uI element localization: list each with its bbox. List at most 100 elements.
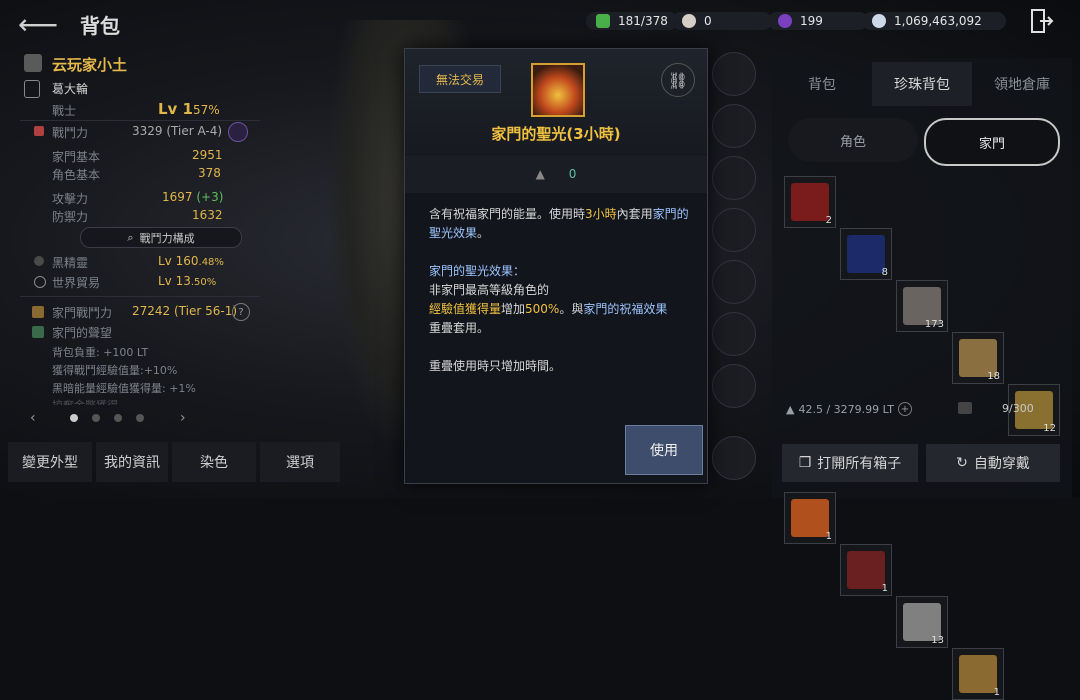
level-text: Lv 1 [158, 100, 193, 118]
equip-slot[interactable] [712, 260, 756, 304]
weight-icon: ▲ [786, 402, 795, 416]
item-count: 13 [931, 635, 944, 646]
item-count: 18 [987, 371, 1000, 382]
options-tab[interactable]: 選項 [260, 442, 340, 482]
defense-label: 防禦力 [52, 210, 89, 224]
desc-line: 含有祝福家門的能量。使用時3小時內套用家門的聖光效果。 [429, 205, 689, 243]
currency-value: 181/378 [618, 14, 668, 28]
untradeable-badge: 無法交易 [419, 65, 501, 93]
dark-spirit-level: Lv 160.48% [158, 254, 224, 268]
back-arrow-icon[interactable]: ⟵ [18, 8, 58, 41]
desc-text: 。 [477, 226, 490, 240]
item-weight: 0 [568, 167, 577, 181]
holy-light-potion-icon [531, 63, 585, 117]
equip-slot[interactable] [712, 364, 756, 408]
class-label: 戰士 [52, 104, 77, 118]
capacity-value: 9/300 [1002, 402, 1034, 415]
inventory-slot[interactable]: 173 [896, 280, 948, 332]
attack-label: 攻擊力 [52, 192, 89, 206]
tab-family[interactable]: 家門 [924, 118, 1060, 166]
page-title: 背包 [80, 14, 120, 38]
page-dot[interactable] [114, 414, 122, 422]
fame-item: 掠奪金幣獲得… [52, 397, 129, 405]
inventory-slot[interactable]: 8 [840, 228, 892, 280]
globe-icon [34, 276, 46, 288]
page-dot[interactable] [92, 414, 100, 422]
equip-slot[interactable] [712, 208, 756, 252]
add-weight-icon[interactable]: + [897, 402, 912, 416]
help-icon[interactable]: ? [232, 303, 250, 321]
silver-coin-icon [872, 14, 886, 28]
composition-label: 戰鬥力構成 [139, 231, 195, 245]
tab-character[interactable]: 角色 [788, 118, 918, 162]
desc-text: 。與 [559, 302, 584, 316]
equip-slot[interactable] [712, 436, 756, 480]
attack-bonus: (+3) [196, 190, 224, 204]
open-all-boxes-button[interactable]: ❒ 打開所有箱子 [782, 444, 918, 482]
page-dot[interactable] [136, 414, 144, 422]
inventory-slot[interactable]: 18 [952, 332, 1004, 384]
item-count: 8 [881, 267, 888, 278]
inventory-slot[interactable]: 1 [784, 492, 836, 544]
family-power-label: 家門戰鬥力 [52, 306, 113, 320]
inventory-slot[interactable]: 1 [952, 648, 1004, 700]
char-base-value: 378 [198, 166, 221, 180]
inventory-slot[interactable]: 2 [784, 176, 836, 228]
item-art [791, 499, 829, 537]
exit-icon[interactable] [1030, 8, 1054, 34]
item-count: 1 [825, 531, 832, 542]
divider [20, 296, 260, 297]
tab-territory-storage[interactable]: 領地倉庫 [974, 62, 1070, 106]
item-tooltip: 無法交易 ⛓ 家門的聖光(3小時) ▲ 0 含有祝福家門的能量。使用時3小時內套… [404, 48, 708, 484]
trade-label: 世界貿易 [52, 276, 101, 290]
currency-value: 0 [704, 14, 712, 28]
change-appearance-tab[interactable]: 變更外型 [8, 442, 92, 482]
item-art [959, 655, 997, 693]
item-count: 173 [924, 319, 944, 330]
weight-icon: ▲ [535, 167, 545, 181]
link-icon[interactable]: ⛓ [661, 63, 695, 97]
equip-slot[interactable] [712, 104, 756, 148]
tier-badge-icon[interactable] [228, 122, 248, 142]
desc-line: 非家門最高等級角色的 [429, 283, 550, 297]
weight-value: 42.5 / 3279.99 LT [798, 402, 894, 416]
combat-composition-button[interactable]: ⌕ 戰鬥力構成 [80, 227, 242, 248]
combat-power-label: 戰鬥力 [52, 126, 89, 140]
fame-item: 獲得戰鬥經驗值量:+10% [52, 364, 178, 377]
auto-equip-button[interactable]: ↻ 自動穿戴 [926, 444, 1060, 482]
tab-pearl-bag[interactable]: 珍珠背包 [872, 62, 972, 106]
desc-line: 經驗值獲得量增加500%。與家門的祝福效果 [429, 300, 689, 319]
my-info-tab[interactable]: 我的資訊 [96, 442, 168, 482]
purple-orb-icon [778, 14, 792, 28]
combat-power-value: 3329 (Tier A-4) [132, 124, 223, 138]
use-button[interactable]: 使用 [625, 425, 703, 475]
family-base-value: 2951 [192, 148, 223, 162]
fame-item: 黑暗能量經驗值獲得量: +1% [52, 382, 196, 395]
desc-highlight: 經驗值獲得量 [429, 302, 502, 316]
item-art [847, 551, 885, 589]
item-art [791, 183, 829, 221]
green-gem-icon [596, 14, 610, 28]
inventory-slot[interactable]: 13 [896, 596, 948, 648]
equip-slot[interactable] [712, 156, 756, 200]
sword-icon [34, 126, 44, 136]
desc-line: 家門的聖光效果： [429, 264, 526, 278]
currency-purple: 199 [768, 12, 868, 30]
weight-indicator: ▲ 42.5 / 3279.99 LT + [786, 402, 912, 416]
search-icon: ⌕ [127, 230, 134, 244]
prev-page-icon[interactable]: ‹ [30, 410, 36, 426]
next-page-icon[interactable]: › [180, 410, 186, 426]
dye-tab[interactable]: 染色 [172, 442, 256, 482]
item-title: 家門的聖光(3小時) [491, 125, 621, 143]
weight-row: ▲ 0 [405, 155, 707, 193]
equip-slot[interactable] [712, 52, 756, 96]
inventory-slot[interactable]: 1 [840, 544, 892, 596]
box-icon: ❒ [798, 455, 812, 471]
page-dot[interactable] [70, 414, 78, 422]
equip-slot[interactable] [712, 312, 756, 356]
tab-bag[interactable]: 背包 [774, 62, 870, 106]
item-count: 2 [825, 215, 832, 226]
currency-silver: 1,069,463,092 [862, 12, 1006, 30]
